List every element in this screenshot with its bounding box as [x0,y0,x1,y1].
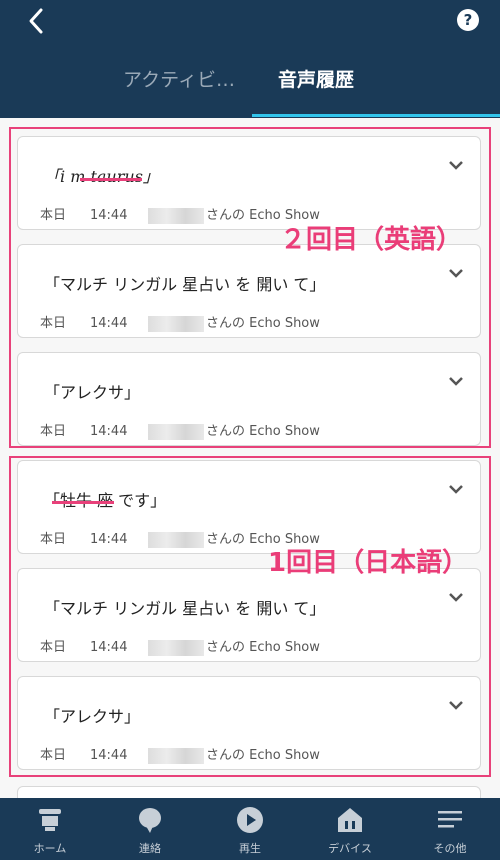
tab-play-label: 再生 [239,842,261,855]
tab-contacts[interactable]: 連絡 [100,798,200,860]
annotation-underline [52,501,114,504]
tab-devices[interactable]: デバイス [300,798,400,860]
tab-devices-label: デバイス [328,842,372,855]
tab-home[interactable]: ホーム [0,798,100,860]
annotation-box-group2 [9,456,491,777]
menu-icon [438,811,462,828]
home-icon [39,809,61,831]
back-arrow-icon[interactable] [22,6,52,36]
tab-more[interactable]: その他 [400,798,500,860]
chat-bubble-icon [139,808,161,833]
bottom-tab-bar: ホーム 連絡 再生 デバイス その他 [0,798,500,860]
play-icon [237,807,263,833]
devices-icon [338,808,362,832]
active-tab-indicator [252,114,500,117]
annotation-label-group2: 1回目（日本語） [268,548,469,578]
annotation-underline [80,178,142,181]
annotation-label-group1: ２回目（英語） [280,225,463,255]
tab-play[interactable]: 再生 [200,798,300,860]
tab-home-label: ホーム [33,842,67,855]
help-button[interactable]: ? [457,9,479,31]
tab-activity[interactable]: アクティビ… [110,62,248,98]
tab-more-label: その他 [433,842,467,855]
tab-voice-history[interactable]: 音声履歴 [252,62,380,98]
app-header: ? アクティビ… 音声履歴 [0,0,500,118]
annotation-box-group1 [9,127,491,448]
tab-contacts-label: 連絡 [139,842,161,855]
